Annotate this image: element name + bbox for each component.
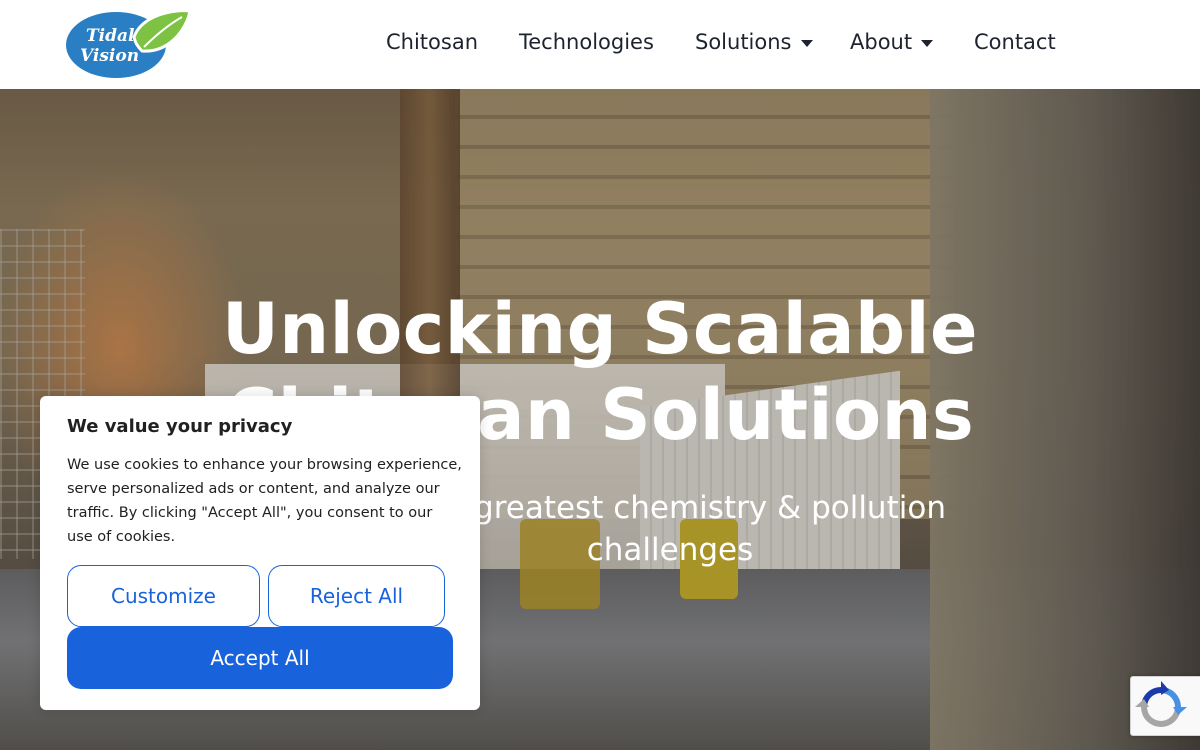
logo-text-line1: Tidal xyxy=(86,26,135,46)
accept-all-button[interactable]: Accept All xyxy=(67,627,453,689)
nav-about-label: About xyxy=(850,30,913,54)
recaptcha-icon xyxy=(1135,681,1187,727)
cookie-consent-banner: We value your privacy We use cookies to … xyxy=(40,396,480,710)
caret-down-icon xyxy=(800,39,813,47)
hero-title-line1: Unlocking Scalable xyxy=(221,288,979,370)
nav-contact-label: Contact xyxy=(974,30,1056,54)
logo-text-line2: Vision xyxy=(80,46,139,66)
nav-solutions-label: Solutions xyxy=(695,30,792,54)
hero-subtitle-line1: greatest chemistry & pollution xyxy=(474,490,946,526)
hero-subtitle: greatest chemistry & pollution challenge… xyxy=(470,487,950,571)
reject-all-button[interactable]: Reject All xyxy=(268,565,445,627)
hero-subtitle-line2: challenges xyxy=(586,532,754,568)
customize-button[interactable]: Customize xyxy=(67,565,260,627)
nav-technologies-label: Technologies xyxy=(519,30,654,54)
recaptcha-badge[interactable] xyxy=(1130,676,1200,736)
logo-icon: Tidal Vision xyxy=(66,9,192,78)
nav-solutions[interactable]: Solutions xyxy=(695,30,813,54)
caret-down-icon xyxy=(921,39,934,47)
nav-about[interactable]: About xyxy=(850,30,934,54)
cookie-description: We use cookies to enhance your browsing … xyxy=(67,457,462,545)
nav-technologies[interactable]: Technologies xyxy=(519,30,654,54)
nav-chitosan-label: Chitosan xyxy=(386,30,479,54)
nav-contact[interactable]: Contact xyxy=(974,30,1056,54)
cookie-title: We value your privacy xyxy=(67,416,293,437)
site-header: Tidal Vision Chitosan Technologies Solut… xyxy=(0,0,1200,89)
tidal-vision-logo[interactable]: Tidal Vision xyxy=(64,7,192,79)
nav-chitosan[interactable]: Chitosan xyxy=(386,30,478,54)
